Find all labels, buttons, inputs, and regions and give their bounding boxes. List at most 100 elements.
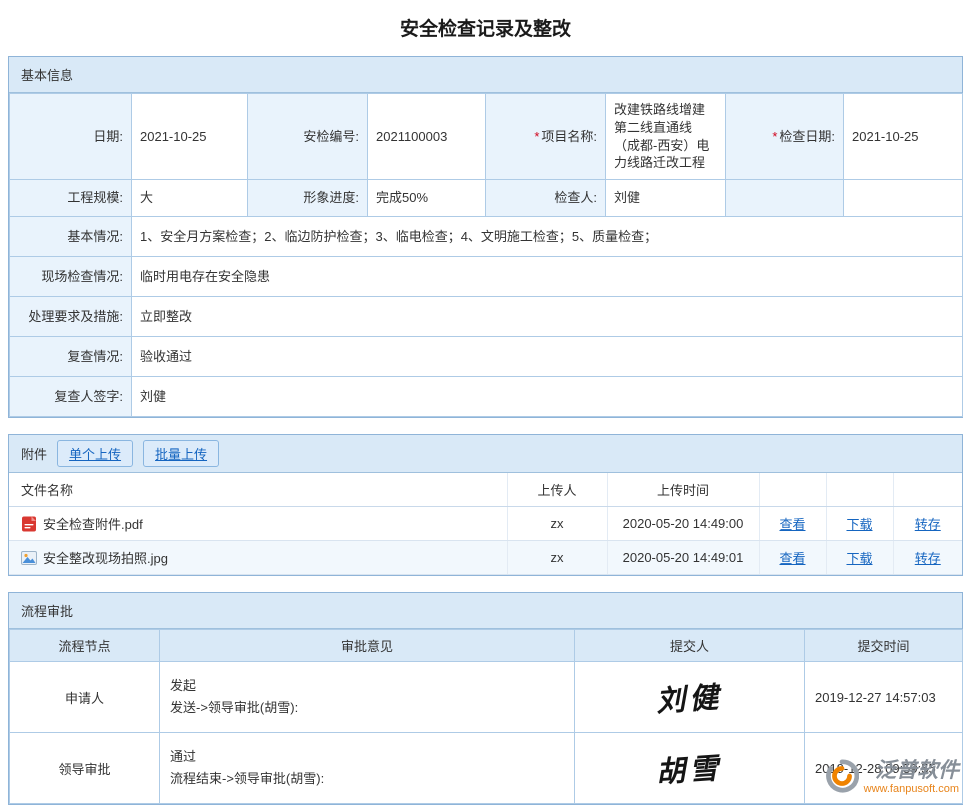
view-link[interactable]: 查看 [779,517,805,532]
approval-header-row: 流程节点 审批意见 提交人 提交时间 [10,630,963,662]
project-scale-label-cell: 工程规模: [10,180,132,217]
attachments-table: 文件名称 上传人 上传时间 安全检查附件.pdf [9,473,962,575]
site-check-value: 临时用电存在安全隐患 [140,269,270,284]
recheck-sign-value-cell: 刘健 [132,377,963,417]
submitter-header: 提交人 [575,630,805,662]
image-file-icon [21,550,37,566]
signature-cell: 胡雪 [575,733,805,804]
attachment-row: 安全检查附件.pdf zx 2020-05-20 14:49:00 查看 下载 … [9,507,962,541]
project-name-value: 改建铁路线增建第二线直通线（成都-西安）电力线路迁改工程 [614,102,709,170]
basic-situation-value-cell: 1、安全月方案检查；2、临边防护检查；3、临电检查；4、文明施工检查；5、质量检… [132,217,963,257]
basic-info-title: 基本信息 [21,68,73,83]
date-label: 日期: [93,129,123,144]
submit-time-header: 提交时间 [805,630,963,662]
file-name-cell: 安全整改现场拍照.jpg [9,541,507,575]
submitter-signature: 刘健 [655,674,724,721]
save-as-link[interactable]: 转存 [915,551,941,566]
progress-value: 完成50% [376,190,428,205]
single-upload-button[interactable]: 单个上传 [57,440,133,467]
opinion-cell: 发起 发送->领导审批(胡雪): [160,662,575,733]
upload-time-header: 上传时间 [607,473,759,507]
form-row: 复查情况: 验收通过 [10,337,963,377]
form-row: 复查人签字: 刘健 [10,377,963,417]
measures-label: 处理要求及措施: [28,309,123,324]
file-name: 安全整改现场拍照.jpg [43,548,168,567]
uploader-cell: zx [507,507,607,541]
uploader: zx [551,550,564,565]
progress-label: 形象进度: [303,190,359,205]
check-date-label: 检查日期: [779,129,835,144]
progress-label-cell: 形象进度: [248,180,368,217]
recheck-sign-label-cell: 复查人签字: [10,377,132,417]
inspection-no-label-cell: 安检编号: [248,94,368,180]
site-check-value-cell: 临时用电存在安全隐患 [132,257,963,297]
approval-table: 流程节点 审批意见 提交人 提交时间 申请人 发起 发送->领导审批(胡雪): … [9,629,963,804]
approval-section: 流程审批 流程节点 审批意见 提交人 提交时间 申请人 发起 发送- [8,592,963,805]
approval-row: 申请人 发起 发送->领导审批(胡雪): 刘健 2019-12-27 14:57… [10,662,963,733]
date-value-cell: 2021-10-25 [132,94,248,180]
fanpu-logo-icon [825,759,859,796]
empty-value-cell [844,180,963,217]
file-name: 安全检查附件.pdf [43,514,143,533]
watermark-url: www.fanpusoft.com [864,783,959,795]
measures-value-cell: 立即整改 [132,297,963,337]
attachments-header-row: 文件名称 上传人 上传时间 [9,473,962,507]
check-date-label-cell: *检查日期: [726,94,844,180]
approval-header: 流程审批 [9,593,962,629]
opinion-line: 通过 [170,746,564,768]
form-row: 工程规模: 大 形象进度: 完成50% 检查人: 刘健 [10,180,963,217]
upload-time: 2020-05-20 14:49:00 [623,516,744,531]
site-check-label: 现场检查情况: [41,269,123,284]
inspector-value-cell: 刘健 [606,180,726,217]
inspection-no-value: 2021100003 [376,129,447,144]
date-value: 2021-10-25 [140,129,207,144]
action-header-empty [826,473,893,507]
download-link[interactable]: 下载 [846,551,872,566]
project-name-value-cell: 改建铁路线增建第二线直通线（成都-西安）电力线路迁改工程 [606,94,726,180]
measures-label-cell: 处理要求及措施: [10,297,132,337]
node-name: 申请人 [65,691,104,706]
signature-cell: 刘健 [575,662,805,733]
project-scale-value-cell: 大 [132,180,248,217]
recheck-value: 验收通过 [140,349,192,364]
basic-info-section: 基本信息 日期: 2021-10-25 安检编号: 2021100003 *项目… [8,56,963,418]
download-link[interactable]: 下载 [846,517,872,532]
progress-value-cell: 完成50% [368,180,486,217]
node-name: 领导审批 [58,762,110,777]
required-mark: * [772,129,777,144]
action-header-empty [893,473,962,507]
uploader: zx [551,516,564,531]
opinion-line: 发送->领导审批(胡雪): [170,697,564,719]
recheck-sign-label: 复查人签字: [54,389,123,404]
inspection-no-label: 安检编号: [303,129,359,144]
opinion-line: 发起 [170,675,564,697]
approval-title: 流程审批 [21,604,73,619]
save-as-link[interactable]: 转存 [915,517,941,532]
site-check-label-cell: 现场检查情况: [10,257,132,297]
inspection-no-value-cell: 2021100003 [368,94,486,180]
form-row: 现场检查情况: 临时用电存在安全隐患 [10,257,963,297]
recheck-label: 复查情况: [67,349,123,364]
fanpu-watermark: 泛普软件 www.fanpusoft.com [825,759,959,796]
uploader-header: 上传人 [507,473,607,507]
view-cell: 查看 [759,507,826,541]
measures-value: 立即整改 [140,309,192,324]
view-link[interactable]: 查看 [779,551,805,566]
basic-situation-label-cell: 基本情况: [10,217,132,257]
form-row: 处理要求及措施: 立即整改 [10,297,963,337]
node-header: 流程节点 [10,630,160,662]
project-name-label-cell: *项目名称: [486,94,606,180]
basic-situation-label: 基本情况: [67,229,123,244]
inspector-value: 刘健 [614,190,640,205]
download-cell: 下载 [826,541,893,575]
file-name-header: 文件名称 [9,473,507,507]
required-mark: * [534,129,539,144]
pdf-file-icon [21,516,37,532]
project-scale-label: 工程规模: [67,190,123,205]
submitter-signature: 胡雪 [655,745,724,792]
node-cell: 申请人 [10,662,160,733]
batch-upload-button[interactable]: 批量上传 [143,440,219,467]
uploader-cell: zx [507,541,607,575]
download-cell: 下载 [826,507,893,541]
file-name-cell: 安全检查附件.pdf [9,507,507,541]
